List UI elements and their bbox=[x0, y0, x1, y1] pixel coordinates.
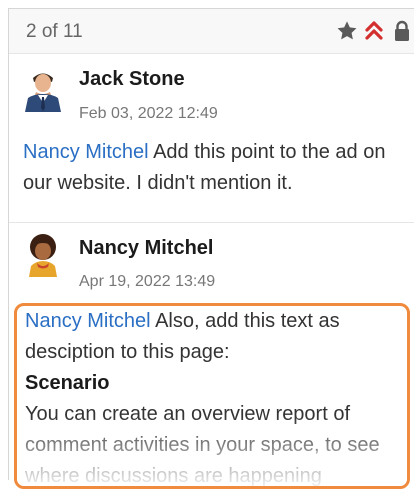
comment-toolbar: 2 of 11 bbox=[9, 9, 414, 54]
truncation-fade bbox=[17, 416, 407, 486]
comments-panel: 2 of 11 Jack Stone Feb 03, 2022 12:49 Na… bbox=[8, 8, 414, 489]
highlighted-comment-body: Nancy Mitchel Also, add this text as des… bbox=[14, 303, 410, 489]
man-in-suit-avatar bbox=[25, 73, 61, 112]
comment-date: Apr 19, 2022 13:49 bbox=[79, 273, 216, 290]
lock-icon[interactable] bbox=[393, 20, 411, 42]
comment-item: Nancy Mitchel Apr 19, 2022 13:49 Nancy M… bbox=[9, 223, 414, 489]
comment-author[interactable]: Jack Stone bbox=[79, 68, 185, 91]
comment-item: Jack Stone Feb 03, 2022 12:49 Nancy Mitc… bbox=[9, 54, 414, 223]
user-mention[interactable]: Nancy Mitchel bbox=[25, 310, 151, 332]
user-mention[interactable]: Nancy Mitchel bbox=[23, 141, 149, 163]
comment-heading: Scenario bbox=[25, 372, 110, 394]
woman-avatar bbox=[29, 234, 57, 277]
comment-body: Nancy Mitchel Add this point to the ad o… bbox=[23, 137, 407, 199]
comment-author[interactable]: Nancy Mitchel bbox=[79, 237, 213, 260]
comment-counter: 2 of 11 bbox=[26, 21, 83, 42]
priority-up-icon[interactable] bbox=[364, 20, 384, 42]
star-icon[interactable] bbox=[336, 20, 358, 42]
comment-date: Feb 03, 2022 12:49 bbox=[79, 105, 218, 122]
